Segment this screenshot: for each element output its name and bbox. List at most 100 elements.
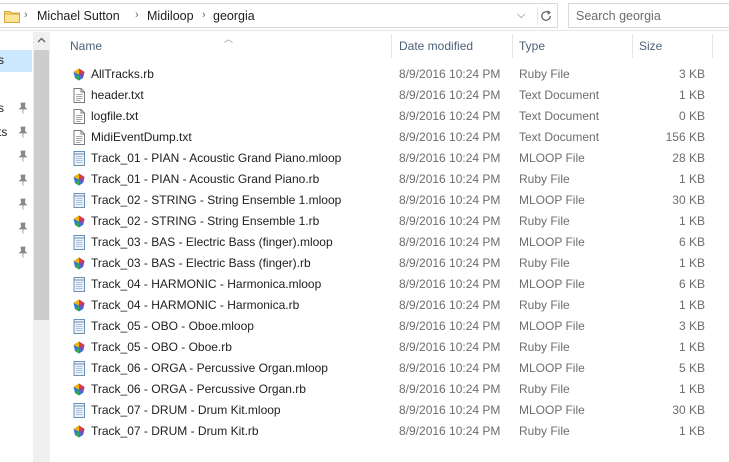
file-size: 3 KB bbox=[678, 319, 705, 333]
file-date-modified: 8/9/2016 10:24 PM bbox=[399, 151, 501, 165]
file-date-modified: 8/9/2016 10:24 PM bbox=[399, 340, 501, 354]
file-row[interactable]: Track_05 - OBO - Oboe.rb 8/9/2016 10:24 P… bbox=[64, 337, 714, 358]
column-header-type[interactable]: Type bbox=[519, 39, 545, 53]
file-size: 156 KB bbox=[665, 130, 705, 144]
column-header-date[interactable]: Date modified bbox=[399, 39, 473, 53]
file-row[interactable]: Track_01 - PIAN - Acoustic Grand Piano.m… bbox=[64, 148, 714, 169]
ruby-file-icon bbox=[72, 298, 86, 313]
nav-item[interactable]: s bbox=[0, 50, 32, 72]
pin-icon[interactable] bbox=[18, 126, 28, 138]
breadcrumb-item[interactable]: Michael Sutton bbox=[37, 9, 120, 23]
file-date-modified: 8/9/2016 10:24 PM bbox=[399, 88, 501, 102]
address-bar[interactable]: › Michael Sutton › Midiloop › georgia ⌵ bbox=[0, 3, 558, 28]
file-row[interactable]: Track_05 - OBO - Oboe.mloop 8/9/2016 10:2… bbox=[64, 316, 714, 337]
pin-icon[interactable] bbox=[18, 150, 28, 162]
refresh-icon[interactable] bbox=[537, 7, 555, 25]
breadcrumb-item[interactable]: Midiloop bbox=[147, 9, 194, 23]
file-row[interactable]: Track_04 - HARMONIC - Harmonica.rb 8/9/20… bbox=[64, 295, 714, 316]
file-type: Text Document bbox=[519, 109, 600, 123]
file-row[interactable]: Track_07 - DRUM - Drum Kit.mloop 8/9/2016… bbox=[64, 400, 714, 421]
file-type: Ruby File bbox=[519, 382, 570, 396]
file-date-modified: 8/9/2016 10:24 PM bbox=[399, 319, 501, 333]
file-name: Track_01 - PIAN - Acoustic Grand Piano.m… bbox=[91, 151, 342, 165]
file-type: Ruby File bbox=[519, 424, 570, 438]
file-row[interactable]: Track_04 - HARMONIC - Harmonica.mloop 8/9… bbox=[64, 274, 714, 295]
nav-scrollbar[interactable] bbox=[33, 32, 50, 462]
file-row[interactable]: Track_03 - BAS - Electric Bass (finger).… bbox=[64, 253, 714, 274]
nav-item[interactable]: s bbox=[0, 98, 32, 120]
ruby-file-icon bbox=[72, 424, 86, 439]
pin-icon[interactable] bbox=[18, 174, 28, 186]
file-row[interactable]: Track_01 - PIAN - Acoustic Grand Piano.r… bbox=[64, 169, 714, 190]
file-row[interactable]: Track_06 - ORGA - Percussive Organ.mloop… bbox=[64, 358, 714, 379]
file-size: 30 KB bbox=[672, 403, 705, 417]
file-name: AllTracks.rb bbox=[91, 67, 154, 81]
file-row[interactable]: MidiEventDump.txt 8/9/2016 10:24 PM Text D… bbox=[64, 127, 714, 148]
file-size: 1 KB bbox=[678, 340, 705, 354]
nav-item[interactable] bbox=[0, 170, 32, 192]
file-name: Track_07 - DRUM - Drum Kit.mloop bbox=[91, 403, 281, 417]
pin-icon[interactable] bbox=[18, 102, 28, 114]
chevron-down-icon[interactable]: ⌵ bbox=[517, 9, 525, 22]
search-input[interactable] bbox=[576, 8, 726, 24]
nav-item[interactable] bbox=[0, 218, 32, 240]
scrollbar-thumb[interactable] bbox=[34, 50, 49, 320]
file-name: Track_01 - PIAN - Acoustic Grand Piano.r… bbox=[91, 172, 320, 186]
file-row[interactable]: Track_02 - STRING - String Ensemble 1.ml… bbox=[64, 190, 714, 211]
file-row[interactable]: logfile.txt 8/9/2016 10:24 PM Text Documen… bbox=[64, 106, 714, 127]
file-name: Track_03 - BAS - Electric Bass (finger).… bbox=[91, 256, 311, 270]
file-name: Track_05 - OBO - Oboe.mloop bbox=[91, 319, 254, 333]
chevron-right-icon[interactable]: › bbox=[24, 9, 28, 21]
file-row[interactable]: Track_02 - STRING - String Ensemble 1.rb… bbox=[64, 211, 714, 232]
folder-icon bbox=[4, 11, 20, 23]
mloop-file-icon bbox=[72, 235, 86, 250]
file-date-modified: 8/9/2016 10:24 PM bbox=[399, 361, 501, 375]
pin-icon[interactable] bbox=[18, 198, 28, 210]
chevron-right-icon[interactable]: › bbox=[202, 9, 206, 21]
file-type: Text Document bbox=[519, 88, 600, 102]
file-date-modified: 8/9/2016 10:24 PM bbox=[399, 172, 501, 186]
file-name: Track_04 - HARMONIC - Harmonica.rb bbox=[91, 298, 300, 312]
file-row[interactable]: header.txt 8/9/2016 10:24 PM Text Document… bbox=[64, 85, 714, 106]
file-size: 1 KB bbox=[678, 88, 705, 102]
file-type: Ruby File bbox=[519, 298, 570, 312]
file-type: Ruby File bbox=[519, 67, 570, 81]
pin-icon[interactable] bbox=[18, 246, 28, 258]
column-divider[interactable] bbox=[712, 34, 713, 58]
file-type: MLOOP File bbox=[519, 277, 585, 291]
search-box[interactable] bbox=[568, 3, 729, 28]
file-row[interactable]: Track_06 - ORGA - Percussive Organ.rb 8/9… bbox=[64, 379, 714, 400]
file-type: MLOOP File bbox=[519, 403, 585, 417]
pin-icon[interactable] bbox=[18, 222, 28, 234]
nav-item[interactable] bbox=[0, 194, 32, 216]
nav-item-label: s bbox=[0, 53, 4, 67]
file-size: 6 KB bbox=[678, 235, 705, 249]
breadcrumb-item[interactable]: georgia bbox=[213, 9, 255, 23]
chevron-right-icon[interactable]: › bbox=[135, 9, 139, 21]
column-divider[interactable] bbox=[632, 34, 633, 58]
nav-item[interactable] bbox=[0, 146, 32, 168]
file-name: Track_05 - OBO - Oboe.rb bbox=[91, 340, 232, 354]
nav-item[interactable] bbox=[0, 242, 32, 264]
navigation-pane: s s ts bbox=[0, 32, 50, 462]
column-divider[interactable] bbox=[512, 34, 513, 58]
mloop-file-icon bbox=[72, 319, 86, 334]
ruby-file-icon bbox=[72, 172, 86, 187]
text-file-icon bbox=[72, 109, 86, 124]
file-type: Ruby File bbox=[519, 340, 570, 354]
file-date-modified: 8/9/2016 10:24 PM bbox=[399, 214, 501, 228]
file-date-modified: 8/9/2016 10:24 PM bbox=[399, 193, 501, 207]
file-date-modified: 8/9/2016 10:24 PM bbox=[399, 382, 501, 396]
column-header-size[interactable]: Size bbox=[639, 39, 662, 53]
scroll-up-icon[interactable] bbox=[37, 36, 46, 45]
file-row[interactable]: AllTracks.rb 8/9/2016 10:24 PM Ruby File 3 … bbox=[64, 64, 714, 85]
file-size: 1 KB bbox=[678, 424, 705, 438]
column-header-name[interactable]: Name bbox=[70, 39, 102, 53]
file-size: 1 KB bbox=[678, 298, 705, 312]
file-row[interactable]: Track_07 - DRUM - Drum Kit.rb 8/9/2016 10… bbox=[64, 421, 714, 442]
file-name: Track_03 - BAS - Electric Bass (finger).… bbox=[91, 235, 333, 249]
file-row[interactable]: Track_03 - BAS - Electric Bass (finger).… bbox=[64, 232, 714, 253]
nav-item[interactable]: ts bbox=[0, 122, 32, 144]
column-divider[interactable] bbox=[391, 34, 392, 58]
mloop-file-icon bbox=[72, 277, 86, 292]
